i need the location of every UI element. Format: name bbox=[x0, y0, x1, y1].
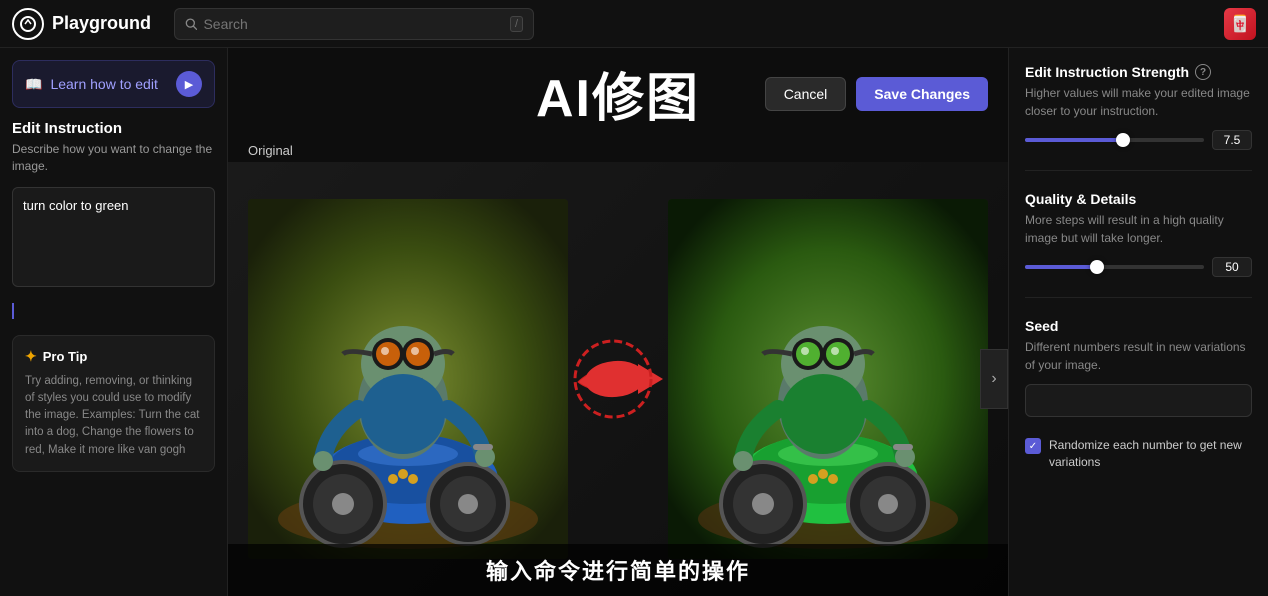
seed-input[interactable] bbox=[1025, 384, 1252, 417]
original-label: Original bbox=[228, 139, 313, 162]
logo-icon bbox=[12, 8, 44, 40]
ai-title: AI修图 bbox=[536, 56, 700, 131]
logo-text: Playground bbox=[52, 13, 151, 34]
strength-slider-fill bbox=[1025, 138, 1123, 142]
center-area: AI修图 Cancel Save Changes Original bbox=[228, 48, 1008, 596]
left-sidebar: 📖 Learn how to edit ▶ Edit Instruction D… bbox=[0, 48, 228, 596]
randomize-row: ✓ Randomize each number to get new varia… bbox=[1025, 437, 1252, 471]
strength-section: Edit Instruction Strength ? Higher value… bbox=[1025, 64, 1252, 150]
learn-btn-label: Learn how to edit bbox=[50, 76, 157, 92]
strength-desc: Higher values will make your edited imag… bbox=[1025, 84, 1252, 120]
quality-section: Quality & Details More steps will result… bbox=[1025, 191, 1252, 277]
instruction-textarea[interactable]: turn color to green bbox=[12, 187, 215, 287]
cancel-button[interactable]: Cancel bbox=[765, 77, 847, 111]
save-changes-button[interactable]: Save Changes bbox=[856, 77, 988, 111]
randomize-checkbox[interactable]: ✓ bbox=[1025, 438, 1041, 454]
main-content: 📖 Learn how to edit ▶ Edit Instruction D… bbox=[0, 48, 1268, 596]
arrow-indicator bbox=[568, 329, 668, 429]
header-buttons: Cancel Save Changes bbox=[765, 77, 988, 111]
book-icon: 📖 bbox=[25, 76, 42, 93]
cursor-indicator bbox=[12, 303, 14, 319]
original-image bbox=[248, 199, 568, 559]
strength-slider: 7.5 bbox=[1025, 130, 1252, 150]
edit-instruction-desc: Describe how you want to change the imag… bbox=[12, 141, 215, 175]
search-icon bbox=[185, 17, 197, 31]
learn-how-to-edit-button[interactable]: 📖 Learn how to edit ▶ bbox=[12, 60, 215, 108]
seed-section: Seed Different numbers result in new var… bbox=[1025, 318, 1252, 417]
pro-tip-title: Pro Tip bbox=[43, 349, 88, 364]
strength-title: Edit Instruction Strength bbox=[1025, 64, 1189, 80]
strength-value: 7.5 bbox=[1212, 130, 1252, 150]
pro-tip-card: ✦ Pro Tip Try adding, removing, or think… bbox=[12, 335, 215, 472]
seed-desc: Different numbers result in new variatio… bbox=[1025, 338, 1252, 374]
play-button[interactable]: ▶ bbox=[176, 71, 202, 97]
search-bar[interactable]: / bbox=[174, 8, 534, 40]
seed-title: Seed bbox=[1025, 318, 1058, 334]
image-canvas: 输入命令进行简单的操作 › bbox=[228, 162, 1008, 596]
avatar[interactable]: 🀄 bbox=[1224, 8, 1256, 40]
star-icon: ✦ bbox=[25, 348, 37, 365]
image-container: 输入命令进行简单的操作 › bbox=[228, 162, 1008, 596]
edit-instruction-title: Edit Instruction bbox=[12, 120, 215, 137]
quality-slider-thumb[interactable] bbox=[1090, 260, 1104, 274]
strength-info-icon[interactable]: ? bbox=[1195, 64, 1211, 80]
logo-area: Playground bbox=[12, 8, 162, 40]
right-sidebar: Edit Instruction Strength ? Higher value… bbox=[1008, 48, 1268, 596]
center-header: AI修图 Cancel Save Changes bbox=[228, 48, 1008, 139]
quality-slider: 50 bbox=[1025, 257, 1252, 277]
chinese-subtitle: 输入命令进行简单的操作 bbox=[228, 544, 1008, 596]
top-navigation: Playground / 🀄 bbox=[0, 0, 1268, 48]
search-shortcut: / bbox=[510, 16, 523, 32]
quality-value: 50 bbox=[1212, 257, 1252, 277]
edit-instruction-section: Edit Instruction Describe how you want t… bbox=[12, 120, 215, 175]
divider-2 bbox=[1025, 297, 1252, 298]
randomize-label: Randomize each number to get new variati… bbox=[1049, 437, 1252, 471]
edited-image bbox=[668, 199, 988, 559]
quality-desc: More steps will result in a high quality… bbox=[1025, 211, 1252, 247]
pro-tip-text: Try adding, removing, or thinking of sty… bbox=[25, 373, 202, 459]
divider-1 bbox=[1025, 170, 1252, 171]
strength-slider-thumb[interactable] bbox=[1116, 133, 1130, 147]
bikes-container bbox=[228, 162, 1008, 596]
search-input[interactable] bbox=[203, 16, 503, 32]
scroll-right-button[interactable]: › bbox=[980, 349, 1008, 409]
quality-slider-fill bbox=[1025, 265, 1097, 269]
quality-title: Quality & Details bbox=[1025, 191, 1136, 207]
